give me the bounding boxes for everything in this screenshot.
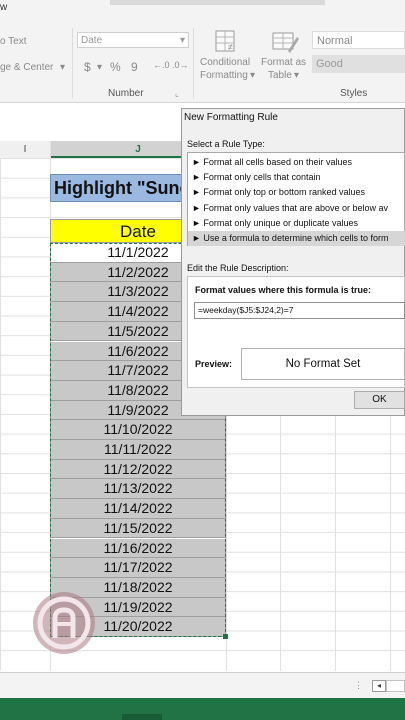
percent-button[interactable]: % [110, 60, 121, 74]
format-as-table-icon[interactable] [270, 29, 300, 55]
style-good[interactable]: Good [312, 55, 405, 73]
svg-text:≠: ≠ [228, 42, 233, 52]
title-bar-blur [110, 0, 325, 5]
number-format-select[interactable]: Date ▾ [77, 32, 189, 48]
corner-text: w [0, 2, 8, 13]
group-divider [193, 28, 194, 98]
comma-button[interactable]: 9 [131, 60, 138, 74]
rule-type-item[interactable]: ► Format only unique or duplicate values [188, 216, 405, 231]
conditional-formatting-label-1[interactable]: Conditional [200, 57, 250, 68]
date-cell[interactable]: 11/16/2022 [50, 538, 226, 559]
bottom-bar [0, 698, 405, 720]
increase-decimal-icon[interactable]: ←.0 [153, 60, 170, 70]
scroll-left-button[interactable]: ◂ [372, 680, 386, 692]
status-bar: ⋮ ◂ [0, 672, 405, 699]
active-sheet-indicator [122, 714, 162, 720]
rule-type-item[interactable]: ► Format only top or bottom ranked value… [188, 185, 405, 200]
horizontal-scrollbar[interactable] [386, 680, 405, 692]
rule-type-item[interactable]: ► Format all cells based on their values [188, 155, 405, 170]
rule-type-item[interactable]: ► Format only values that are above or b… [188, 201, 405, 216]
dialog-launcher-icon[interactable]: ⌞ [175, 89, 179, 98]
chevron-down-icon[interactable]: ▾ [250, 70, 255, 81]
rule-type-list[interactable]: ► Format all cells based on their values… [187, 152, 405, 246]
style-normal[interactable]: Normal [312, 31, 405, 49]
styles-group-label: Styles [340, 88, 368, 99]
ok-button[interactable]: OK [354, 391, 405, 409]
formula-input[interactable]: =weekday($J5:$J24,2)=7 [194, 302, 405, 319]
ribbon: w o Text ge & Center ▾ Date ▾ $ ▾ % 9 ←.0… [0, 0, 405, 103]
number-group-label: Number [108, 88, 144, 99]
currency-button[interactable]: $ [84, 60, 91, 74]
date-cell[interactable]: 11/15/2022 [50, 518, 226, 539]
format-as-table-label-2[interactable]: Table [268, 70, 292, 81]
channel-logo [33, 592, 95, 654]
conditional-formatting-label-2[interactable]: Formatting [200, 70, 248, 81]
preview-box: No Format Set [241, 348, 405, 380]
group-divider [72, 28, 73, 98]
chevron-down-icon: ▾ [179, 35, 185, 46]
merge-center-button[interactable]: ge & Center [0, 62, 53, 73]
date-cell[interactable]: 11/11/2022 [50, 440, 226, 460]
column-header-i[interactable]: I [0, 141, 50, 158]
rule-type-item[interactable]: ► Format only cells that contain [188, 170, 405, 185]
format-as-table-label-1[interactable]: Format as [261, 57, 306, 68]
formula-label: Format values where this formula is true… [195, 285, 372, 295]
select-rule-type-label: Select a Rule Type: [187, 139, 265, 149]
fill-handle[interactable] [223, 634, 228, 639]
conditional-formatting-icon[interactable]: ≠ [210, 29, 240, 55]
chevron-down-icon[interactable]: ▾ [294, 70, 299, 81]
date-cell[interactable]: 11/13/2022 [50, 479, 226, 500]
preview-label: Preview: [195, 359, 233, 369]
dialog-title: New Formatting Rule [184, 112, 278, 123]
merge-dropdown-icon[interactable]: ▾ [60, 62, 65, 73]
currency-dropdown-icon[interactable]: ▾ [97, 62, 102, 73]
date-cell[interactable]: 11/14/2022 [50, 499, 226, 519]
date-cell[interactable]: 11/10/2022 [50, 420, 226, 440]
wrap-text-button[interactable]: o Text [0, 36, 27, 47]
date-cell[interactable]: 11/12/2022 [50, 459, 226, 480]
rule-type-item-selected[interactable]: ► Use a formula to determine which cells… [188, 231, 405, 246]
sheet-options-icon[interactable]: ⋮ [354, 680, 363, 691]
date-cell[interactable]: 11/17/2022 [50, 558, 226, 578]
edit-description-label: Edit the Rule Description: [187, 263, 289, 273]
decrease-decimal-icon[interactable]: .0→ [172, 60, 189, 70]
